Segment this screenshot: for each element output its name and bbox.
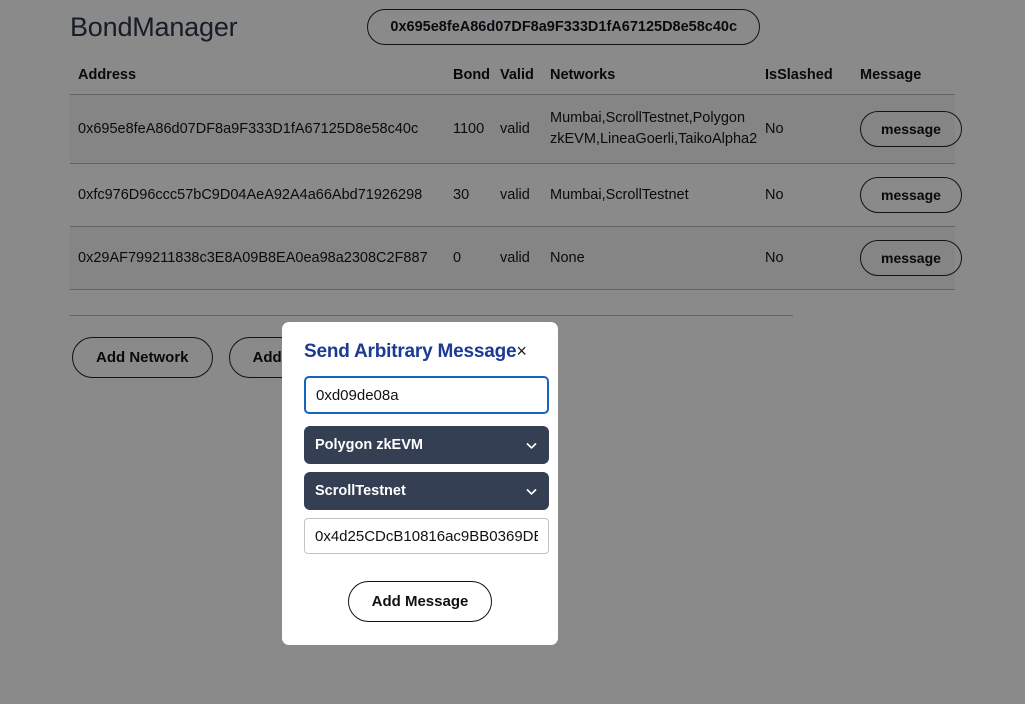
target-network-value: ScrollTestnet — [315, 483, 406, 499]
chevron-down-icon — [526, 488, 537, 495]
send-arbitrary-message-modal: Send Arbitrary Message × Polygon zkEVM S… — [282, 322, 558, 645]
modal-title: Send Arbitrary Message — [304, 341, 517, 362]
close-icon[interactable]: × — [516, 342, 527, 360]
modal-header: Send Arbitrary Message × — [304, 341, 536, 363]
source-network-value: Polygon zkEVM — [315, 437, 423, 453]
modal-footer: Add Message — [304, 581, 536, 622]
add-message-button[interactable]: Add Message — [347, 581, 493, 622]
target-network-select[interactable]: ScrollTestnet — [304, 472, 549, 510]
message-input[interactable] — [304, 376, 549, 414]
target-address-input[interactable] — [304, 518, 549, 554]
chevron-down-icon — [526, 442, 537, 449]
source-network-select[interactable]: Polygon zkEVM — [304, 426, 549, 464]
